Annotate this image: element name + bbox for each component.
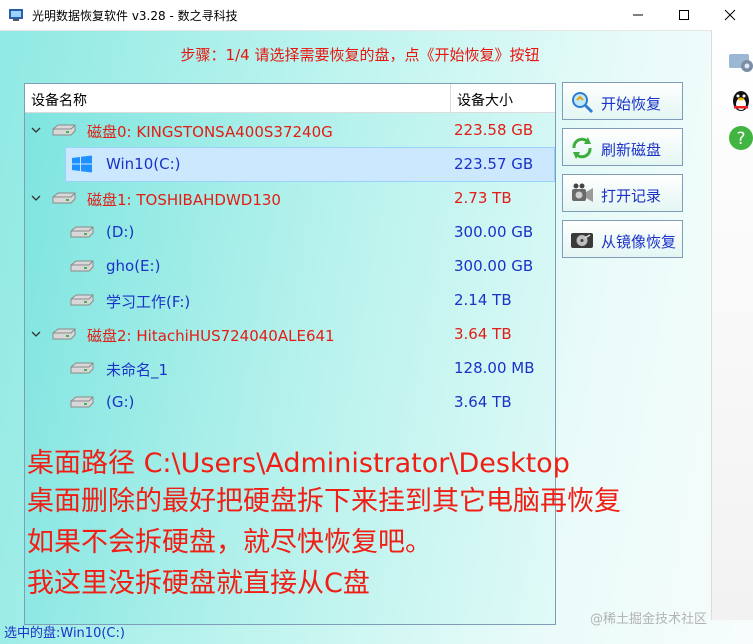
drive-icon [70,226,94,238]
tree-header: 设备名称 设备大小 [25,84,555,113]
tree-row-disk-1[interactable]: 磁盘1: TOSHIBAHDWD130 2.73 TB [25,181,555,215]
drive-icon [70,294,94,306]
tree-row-label: (G:) [106,393,135,411]
tree-row-label: 学习工作(F:) [106,293,191,311]
refresh-icon [572,137,592,159]
drive-icon [70,362,94,374]
tree-row-size: 128.00 MB [454,359,535,377]
tree-row-size: 3.64 TB [454,325,512,343]
open-record-button[interactable]: 打开记录 [562,174,683,212]
minimize-button[interactable] [615,0,661,30]
tree-row-label: 磁盘2: HitachiHUS724040ALE641 [87,327,335,345]
hard-disk-icon [52,192,76,204]
column-header-name[interactable]: 设备名称 [31,90,87,110]
collapse-chevron-icon[interactable] [31,125,41,135]
tree-row-disk-0[interactable]: 磁盘0: KINGSTONSA400S37240G 223.58 GB [25,113,555,147]
tree-row-partition-g[interactable]: (G:) 3.64 TB [25,385,555,419]
settings-gear-icon[interactable] [727,48,753,76]
tree-row-disk-2[interactable]: 磁盘2: HitachiHUS724040ALE641 3.64 TB [25,317,555,351]
annotation-line-1: 桌面路径 C:\Users\Administrator\Desktop [27,448,570,479]
column-divider[interactable] [450,84,451,112]
tree-row-partition-f[interactable]: 学习工作(F:) 2.14 TB [25,283,555,317]
help-question-icon[interactable]: ? [727,124,753,152]
status-bar-text: 选中的盘:Win10(C:) [4,626,125,641]
tree-row-label: Win10(C:) [106,155,181,173]
step-instruction: 步骤：1/4 请选择需要恢复的盘，点《开始恢复》按钮 [180,46,540,64]
column-header-size[interactable]: 设备大小 [457,90,513,110]
qq-penguin-icon[interactable] [727,86,753,114]
app-logo-icon [9,9,23,21]
annotation-line-2: 桌面删除的最好把硬盘拆下来挂到其它电脑再恢复 [27,486,621,517]
drive-icon [70,260,94,272]
drive-icon [70,396,94,408]
right-toolbar [711,30,753,620]
tree-row-size: 2.14 TB [454,291,512,309]
window-title: 光明数据恢复软件 v3.28 - 数之寻科技 [32,9,238,23]
minimize-icon [633,14,643,16]
tree-row-size: 300.00 GB [454,223,534,241]
recover-from-image-label: 从镜像恢复 [601,233,677,251]
watermark: @稀土掘金技术社区 [590,612,708,627]
close-icon [724,9,736,21]
collapse-chevron-icon[interactable] [31,329,41,339]
open-record-label: 打开记录 [601,187,662,205]
tree-row-partition-unnamed[interactable]: 未命名_1 128.00 MB [25,351,555,385]
tree-row-size: 300.00 GB [454,257,534,275]
start-recovery-button[interactable]: 开始恢复 [562,82,683,120]
camera-record-icon [572,183,593,202]
refresh-disk-button[interactable]: 刷新磁盘 [562,128,683,166]
hard-disk-icon [52,328,76,340]
tree-row-label: (D:) [106,223,135,241]
title-bar: 光明数据恢复软件 v3.28 - 数之寻科技 [0,0,753,31]
refresh-disk-label: 刷新磁盘 [601,141,662,159]
tree-row-size: 3.64 TB [454,393,512,411]
tree-row-size: 2.73 TB [454,189,512,207]
app-window: 光明数据恢复软件 v3.28 - 数之寻科技 步骤：1/4 请选择需要恢复的盘，… [0,0,753,644]
tree-row-size: 223.57 GB [454,155,534,173]
svg-text:?: ? [736,129,745,149]
annotation-line-3: 如果不会拆硬盘，就尽快恢复吧。 [27,527,432,558]
windows-logo-icon [72,155,92,173]
tree-row-label: 磁盘1: TOSHIBAHDWD130 [87,191,281,209]
magnifier-recover-icon [572,92,594,114]
collapse-chevron-icon[interactable] [31,193,41,203]
tree-row-size: 223.58 GB [454,121,534,139]
tree-row-label: gho(E:) [106,257,161,275]
disk-image-icon [571,233,593,248]
tree-row-label: 未命名_1 [106,361,169,379]
maximize-icon [679,10,689,20]
start-recovery-label: 开始恢复 [601,95,662,113]
recover-from-image-button[interactable]: 从镜像恢复 [562,220,683,258]
tree-row-partition-e[interactable]: gho(E:) 300.00 GB [25,249,555,283]
annotation-line-4: 我这里没拆硬盘就直接从C盘 [27,568,370,599]
tree-row-partition-d[interactable]: (D:) 300.00 GB [25,215,555,249]
hard-disk-icon [52,124,76,136]
maximize-button[interactable] [661,0,707,30]
tree-row-partition-c[interactable]: Win10(C:) 223.57 GB [25,147,555,182]
close-button[interactable] [707,0,753,30]
tree-row-label: 磁盘0: KINGSTONSA400S37240G [87,123,333,141]
